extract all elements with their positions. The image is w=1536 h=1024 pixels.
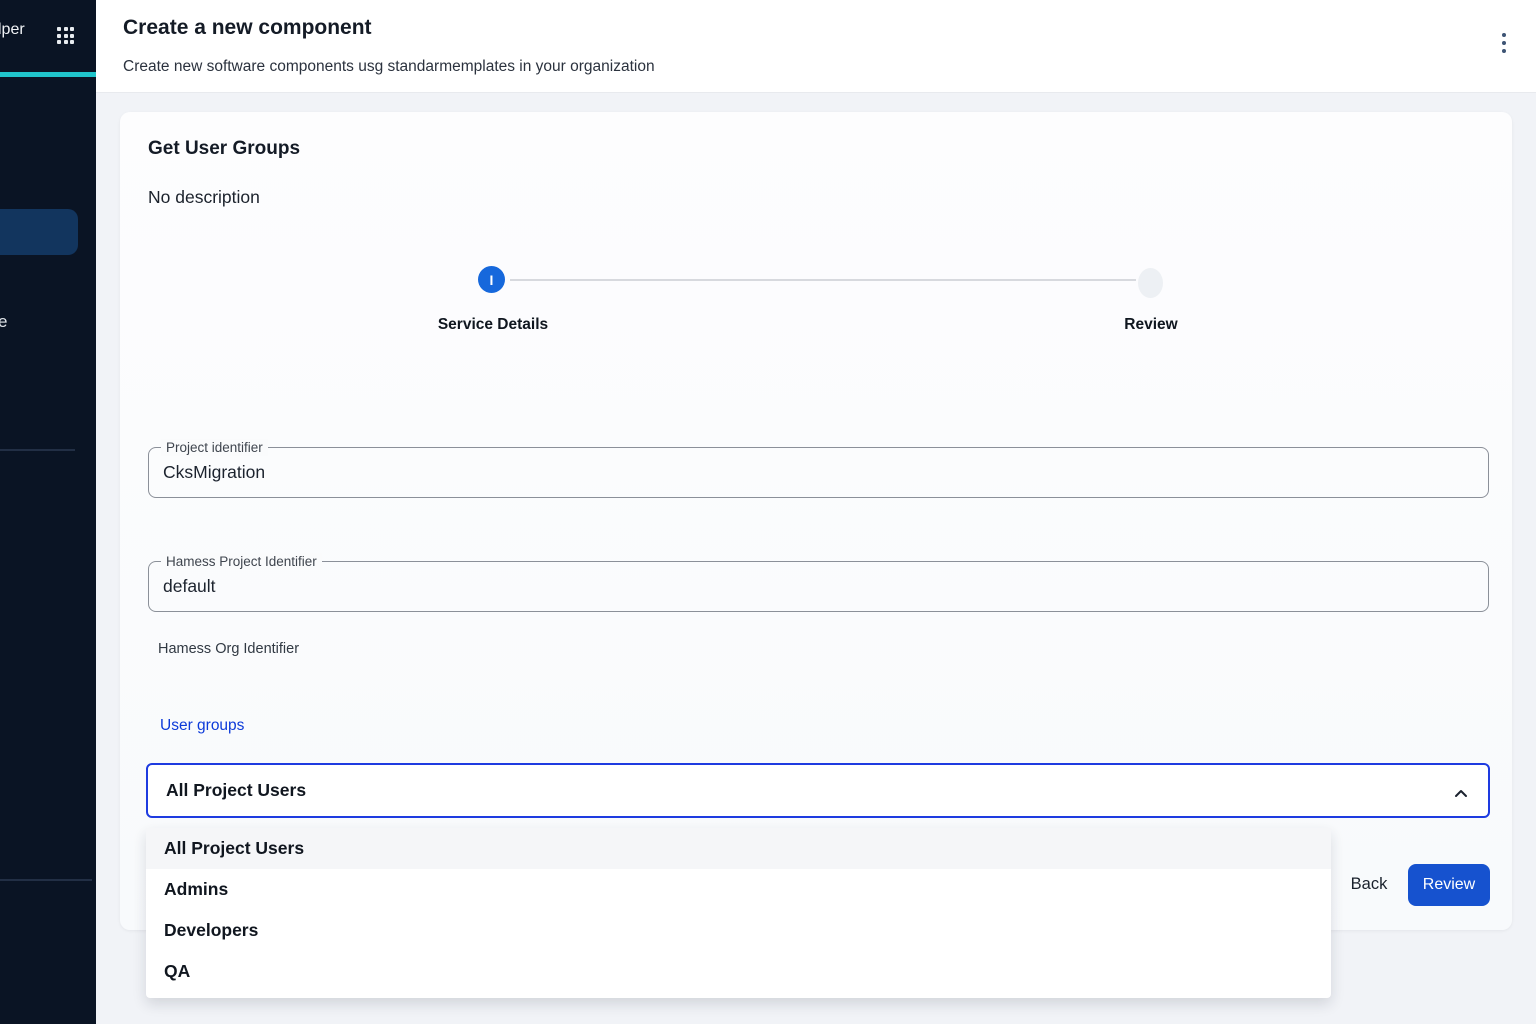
user-groups-select-value: All Project Users	[166, 765, 306, 816]
dropdown-option-all-project-users[interactable]: All Project Users	[146, 828, 1331, 869]
sidebar: lper e	[0, 0, 96, 1024]
page-subtitle: Create new software components usg stand…	[123, 58, 655, 76]
sidebar-divider	[0, 449, 75, 451]
sidebar-active-item[interactable]	[0, 209, 78, 255]
sidebar-divider	[0, 879, 92, 881]
sidebar-item-label-partial[interactable]: e	[0, 312, 7, 332]
harness-project-identifier-input[interactable]: Hamess Project Identifier default	[148, 561, 1489, 612]
stepper-step-2-marker	[1138, 268, 1163, 298]
harness-org-identifier-label: Hamess Org Identifier	[158, 641, 299, 657]
stepper-step-2-label: Review	[1068, 316, 1234, 334]
form-card: Get User Groups No description I Service…	[120, 112, 1512, 930]
review-button[interactable]: Review	[1408, 864, 1490, 906]
more-options-button[interactable]	[1494, 28, 1514, 58]
card-title: Get User Groups	[148, 138, 300, 160]
dropdown-option-developers[interactable]: Developers	[146, 910, 1331, 951]
kebab-menu-icon	[1502, 33, 1507, 38]
project-identifier-value: CksMigration	[163, 448, 265, 497]
user-groups-link[interactable]: User groups	[160, 717, 244, 735]
user-groups-select[interactable]: All Project Users	[146, 763, 1490, 818]
sidebar-accent-line	[0, 72, 96, 77]
apps-grid-icon[interactable]	[57, 27, 76, 46]
stepper-connector-line	[510, 279, 1136, 281]
dropdown-option-admins[interactable]: Admins	[146, 869, 1331, 910]
stepper-step-1-marker: I	[478, 266, 505, 293]
page-title: Create a new component	[123, 16, 372, 40]
dropdown-option-qa[interactable]: QA	[146, 951, 1331, 992]
back-button[interactable]: Back	[1336, 864, 1402, 904]
stepper-step-1-label: Service Details	[410, 316, 576, 334]
user-groups-dropdown-menu: All Project Users Admins Developers QA	[146, 828, 1331, 998]
sidebar-brand-text: lper	[0, 21, 25, 39]
harness-project-identifier-value: default	[163, 562, 216, 611]
card-description: No description	[148, 187, 260, 208]
page-header: Create a new component Create new softwa…	[96, 0, 1536, 93]
project-identifier-input[interactable]: Project identifier CksMigration	[148, 447, 1489, 498]
chevron-up-icon	[1454, 787, 1468, 801]
